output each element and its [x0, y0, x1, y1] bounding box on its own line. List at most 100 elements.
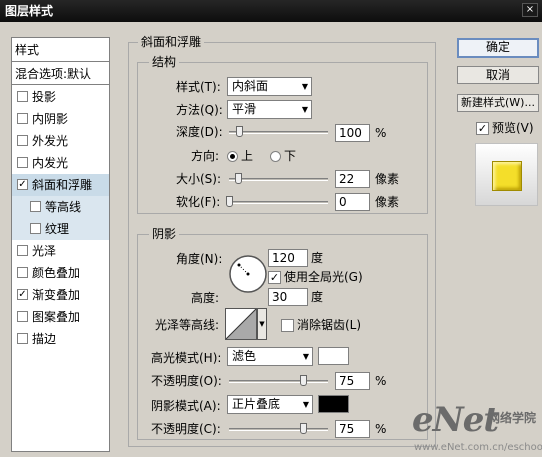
watermark-brand: eNet	[412, 400, 499, 440]
size-label: 大小(S):	[176, 172, 222, 186]
altitude-input[interactable]: 30	[268, 288, 308, 306]
sidebar-item-texture[interactable]: 纹理	[12, 218, 109, 240]
sidebar-item-label: 光泽	[32, 244, 57, 258]
depth-slider-track[interactable]	[229, 131, 328, 134]
sidebar-item-gradient-overlay[interactable]: ✓ 渐变叠加	[12, 284, 109, 306]
stroke-checkbox[interactable]	[17, 333, 28, 344]
shadow-opacity-input[interactable]: 75	[335, 420, 370, 438]
style-select-value: 内斜面	[232, 79, 269, 93]
outer-glow-checkbox[interactable]	[17, 135, 28, 146]
sidebar-item-blend-options[interactable]: 混合选项:默认	[12, 63, 109, 85]
antialias-checkbox[interactable]	[281, 319, 294, 332]
angle-input[interactable]: 120	[268, 249, 308, 267]
technique-select[interactable]: 平滑 ▼	[227, 100, 312, 119]
sidebar-item-satin[interactable]: 光泽	[12, 240, 109, 262]
depth-unit: %	[375, 126, 387, 140]
sidebar-item-contour[interactable]: 等高线	[12, 196, 109, 218]
antialias-label: 消除锯齿(L)	[297, 318, 362, 332]
styles-header: 样式	[12, 38, 109, 62]
preview-checkbox[interactable]: ✓	[476, 122, 489, 135]
window-title: 图层样式	[5, 4, 54, 18]
size-unit: 像素	[375, 172, 400, 186]
sidebar-item-pattern-overlay[interactable]: 图案叠加	[12, 306, 109, 328]
angle-unit: 度	[311, 251, 324, 265]
inner-glow-checkbox[interactable]	[17, 157, 28, 168]
direction-down-label: 下	[284, 149, 297, 163]
satin-checkbox[interactable]	[17, 245, 28, 256]
bevel-emboss-checkbox[interactable]: ✓	[17, 179, 28, 190]
depth-input[interactable]: 100	[335, 124, 370, 142]
close-icon[interactable]: ×	[522, 3, 538, 17]
size-input[interactable]: 22	[335, 170, 370, 188]
soften-slider-track[interactable]	[229, 201, 328, 204]
size-slider-track[interactable]	[229, 178, 328, 181]
sidebar-item-label: 颜色叠加	[32, 266, 81, 280]
color-overlay-checkbox[interactable]	[17, 267, 28, 278]
dropdown-arrow-icon: ▼	[301, 105, 308, 114]
shadow-color-swatch[interactable]	[318, 395, 349, 413]
highlight-mode-label: 高光模式(H):	[151, 351, 222, 365]
styles-list: 样式 混合选项:默认 投影 内阴影 外发光 内发光 ✓ 斜面和浮雕 等高线 纹理	[11, 37, 110, 452]
gloss-contour-label: 光泽等高线:	[155, 318, 220, 332]
soften-unit: 像素	[375, 195, 400, 209]
preview-swatch	[492, 161, 522, 191]
title-bar: 图层样式	[0, 0, 542, 22]
technique-label: 方法(Q):	[176, 103, 223, 117]
highlight-opacity-input[interactable]: 75	[335, 372, 370, 390]
gloss-contour-picker[interactable]	[225, 308, 257, 340]
sidebar-item-label: 等高线	[45, 200, 82, 214]
structure-title: 结构	[149, 55, 180, 69]
soften-input[interactable]: 0	[335, 193, 370, 211]
ok-button[interactable]: 确定	[457, 38, 539, 58]
pattern-overlay-checkbox[interactable]	[17, 311, 28, 322]
global-light-label: 使用全局光(G)	[284, 270, 363, 284]
altitude-unit: 度	[311, 290, 324, 304]
direction-down-radio[interactable]	[270, 151, 281, 162]
inner-shadow-checkbox[interactable]	[17, 113, 28, 124]
size-slider-thumb[interactable]	[234, 173, 242, 184]
sidebar-item-bevel-emboss[interactable]: ✓ 斜面和浮雕	[12, 174, 109, 196]
style-label: 样式(T):	[176, 80, 221, 94]
sidebar-item-outer-glow[interactable]: 外发光	[12, 130, 109, 152]
angle-label: 角度(N):	[176, 252, 223, 266]
contour-checkbox[interactable]	[30, 201, 41, 212]
sidebar-item-drop-shadow[interactable]: 投影	[12, 86, 109, 108]
direction-up-radio[interactable]	[227, 151, 238, 162]
shadow-opacity-label: 不透明度(C):	[151, 422, 221, 436]
sidebar-item-label: 投影	[32, 90, 57, 104]
watermark-url: www.eNet.com.cn/eschool	[414, 442, 542, 453]
dropdown-arrow-icon[interactable]: ▼	[257, 308, 267, 340]
sidebar-item-label: 斜面和浮雕	[32, 178, 93, 192]
global-light-checkbox[interactable]: ✓	[268, 271, 281, 284]
contour-curve-icon	[225, 308, 257, 340]
new-style-button[interactable]: 新建样式(W)...	[457, 94, 539, 112]
gradient-overlay-checkbox[interactable]: ✓	[17, 289, 28, 300]
style-select[interactable]: 内斜面 ▼	[227, 77, 312, 96]
sidebar-item-inner-shadow[interactable]: 内阴影	[12, 108, 109, 130]
texture-checkbox[interactable]	[30, 223, 41, 234]
highlight-opacity-track[interactable]	[229, 380, 328, 383]
highlight-mode-select[interactable]: 滤色 ▼	[227, 347, 313, 366]
highlight-opacity-label: 不透明度(O):	[151, 374, 222, 388]
highlight-color-swatch[interactable]	[318, 347, 349, 365]
highlight-mode-value: 滤色	[232, 349, 257, 363]
shadow-mode-select[interactable]: 正片叠底 ▼	[227, 395, 313, 414]
drop-shadow-checkbox[interactable]	[17, 91, 28, 102]
angle-dial[interactable]	[224, 254, 272, 294]
depth-slider-thumb[interactable]	[235, 126, 243, 137]
highlight-opacity-thumb[interactable]	[300, 375, 308, 386]
depth-label: 深度(D):	[176, 125, 223, 139]
sidebar-item-label: 外发光	[32, 134, 69, 148]
cancel-button[interactable]: 取消	[457, 66, 539, 84]
sidebar-item-label: 内发光	[32, 156, 69, 170]
sidebar-item-color-overlay[interactable]: 颜色叠加	[12, 262, 109, 284]
shadow-opacity-track[interactable]	[229, 428, 328, 431]
technique-select-value: 平滑	[232, 102, 257, 116]
dropdown-arrow-icon: ▼	[302, 400, 309, 409]
shadow-mode-value: 正片叠底	[232, 397, 281, 411]
sidebar-item-inner-glow[interactable]: 内发光	[12, 152, 109, 174]
sidebar-item-stroke[interactable]: 描边	[12, 328, 109, 350]
soften-slider-thumb[interactable]	[226, 196, 233, 207]
shadow-opacity-thumb[interactable]	[300, 423, 308, 434]
layer-style-dialog: 图层样式 × 样式 混合选项:默认 投影 内阴影 外发光 内发光 ✓ 斜面和浮雕…	[0, 0, 542, 457]
